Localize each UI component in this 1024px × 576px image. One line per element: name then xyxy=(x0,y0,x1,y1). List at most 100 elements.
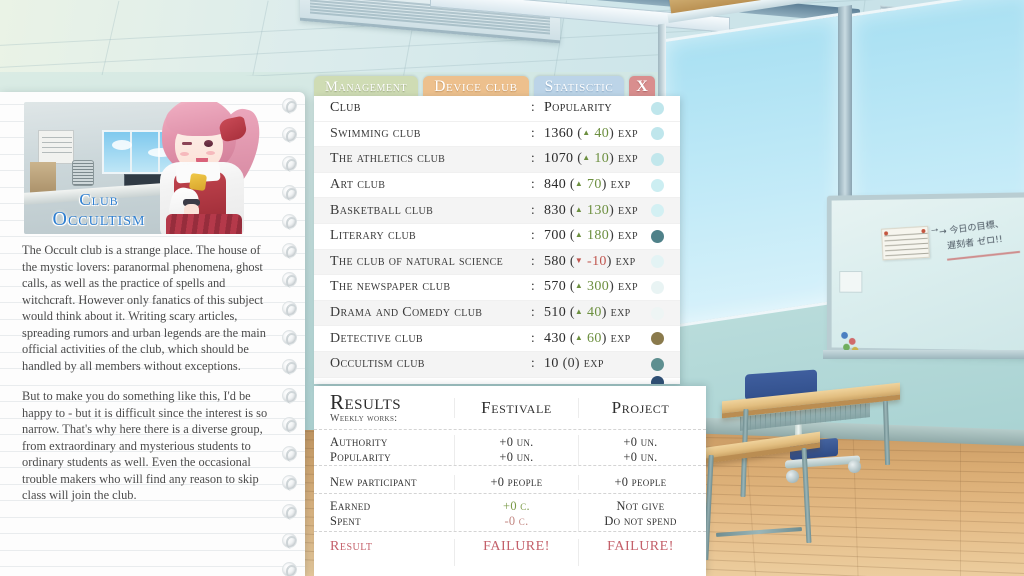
club-status-cell xyxy=(644,280,670,294)
results-row-label: New participant xyxy=(314,475,454,490)
results-cell-festivale: +0 people xyxy=(454,475,578,490)
results-cell-text: FAILURE! xyxy=(483,539,550,554)
table-row[interactable]: Swimming club:1360 (▲ 40) exp xyxy=(314,122,680,148)
club-popularity-value: 700 (▲ 180) exp xyxy=(544,228,638,244)
club-status-cell xyxy=(644,332,670,346)
results-cell-text: +0 people xyxy=(614,475,667,489)
club-name: Swimming club xyxy=(330,125,421,141)
club-popularity-value: 1360 (▲ 40) exp xyxy=(544,125,638,141)
results-cell-text: +0 un. xyxy=(623,450,658,464)
table-row[interactable]: The club of natural science:580 (▼ -10) … xyxy=(314,249,680,276)
club-colon: : xyxy=(530,228,536,244)
results-cell-text: New participant xyxy=(330,475,417,489)
club-colon: : xyxy=(530,151,536,167)
whiteboard-tray xyxy=(822,349,1024,360)
results-cell-text: -0 c. xyxy=(504,514,529,528)
results-cell-text: +0 un. xyxy=(499,435,534,449)
results-cell-project: Not give Do not spend xyxy=(578,499,702,531)
results-body: Authority Popularity +0 un. +0 un. +0 un. +0 … xyxy=(314,430,706,566)
club-status-cell xyxy=(644,357,670,371)
character-blush xyxy=(180,152,189,156)
table-row[interactable]: The newspaper club:570 (▲ 300) exp xyxy=(314,275,680,301)
club-popularity-value: 10 (0) exp xyxy=(544,356,604,372)
club-status-cell xyxy=(644,375,670,384)
results-row: Authority Popularity +0 un. +0 un. +0 un. +0 … xyxy=(314,430,706,466)
club-banner-image: Club Occultism xyxy=(24,102,272,234)
status-dot-icon xyxy=(650,255,664,269)
results-header-row: Results Weekly works: Festivale Project xyxy=(314,386,706,430)
status-dot-icon xyxy=(650,127,664,141)
club-table-rows: Swimming club:1360 (▲ 40) exp The athleti… xyxy=(314,122,680,384)
results-cell-text: +0 c. xyxy=(503,499,530,513)
club-popularity-panel: Club : Popularity Swimming club:1360 (▲ … xyxy=(314,96,680,384)
club-status-cell xyxy=(644,255,670,269)
character-skirt xyxy=(166,214,242,234)
results-cell-text: +0 people xyxy=(490,475,543,489)
club-header-value: Popularity xyxy=(544,100,612,116)
status-dot-icon xyxy=(650,332,664,346)
club-header-colon: : xyxy=(530,100,536,116)
notebook-ring xyxy=(282,301,297,317)
notebook-ring xyxy=(282,533,297,549)
club-popularity-value: 570 (▲ 300) exp xyxy=(544,279,638,295)
results-cell-festivale: +0 un. +0 un. xyxy=(454,435,578,465)
club-popularity-value: 830 (▲ 130) exp xyxy=(544,202,638,218)
results-cell-text: Spent xyxy=(330,514,361,528)
tab-device-club[interactable]: Device club xyxy=(423,76,529,98)
club-status-cell xyxy=(644,152,670,166)
results-table: Results Weekly works: Festivale Project … xyxy=(314,386,706,576)
club-name: Basketball club xyxy=(330,202,434,218)
table-row-trailing xyxy=(314,375,680,384)
character-eye-closed xyxy=(182,142,192,145)
notebook-ring xyxy=(282,214,297,230)
club-colon: : xyxy=(530,330,536,346)
results-title: Results xyxy=(330,389,402,414)
results-column-festivale: Festivale xyxy=(454,397,578,418)
club-banner-title-line2: Occultism xyxy=(52,208,146,230)
notebook-ring xyxy=(282,446,297,462)
club-header-name: Club xyxy=(330,100,361,116)
table-row[interactable]: Basketball club:830 (▲ 130) exp xyxy=(314,198,680,224)
whiteboard-schedule-paper xyxy=(880,225,930,261)
results-cell-text: Popularity xyxy=(330,450,391,464)
status-dot-icon xyxy=(650,178,664,192)
table-row[interactable]: The athletics club:1070 (▲ 10) exp xyxy=(314,147,680,173)
status-dot-icon xyxy=(650,375,664,384)
table-row[interactable]: Literary club:700 (▲ 180) exp xyxy=(314,224,680,250)
club-name: Detective club xyxy=(330,330,423,346)
whiteboard: → → 今日の目標、 遅刻者 ゼロ!! xyxy=(826,192,1024,356)
results-cell-project: +0 un. +0 un. xyxy=(578,435,702,465)
results-row: Earned Spent +0 c. -0 c. Not give Do not spen… xyxy=(314,494,706,532)
results-cell-festivale: FAILURE! xyxy=(454,539,578,566)
status-dot-icon xyxy=(650,101,664,115)
results-cell-text: Earned xyxy=(330,499,371,513)
club-banner-title-line1: Club xyxy=(79,190,119,209)
results-column-project-label: Project xyxy=(611,397,670,417)
results-cell-text: Not give xyxy=(616,499,665,513)
club-name: Art club xyxy=(330,177,386,193)
results-panel: Results Weekly works: Festivale Project … xyxy=(314,386,706,576)
table-row[interactable]: Drama and Comedy club:510 (▲ 40) exp xyxy=(314,300,680,327)
tab-management[interactable]: Management xyxy=(314,76,419,98)
club-colon: : xyxy=(530,356,536,372)
notebook-ring xyxy=(282,243,297,259)
close-button[interactable]: X xyxy=(629,76,656,98)
notebook-ring xyxy=(282,156,297,172)
club-description-paragraph-2: But to make you do something like this, … xyxy=(22,389,268,502)
notebook-ring xyxy=(282,127,297,143)
club-status-cell xyxy=(644,204,670,218)
results-column-festivale-label: Festivale xyxy=(481,397,552,417)
table-row[interactable]: Occultism club:10 (0) exp xyxy=(314,351,680,378)
results-cell-text: Do not spend xyxy=(604,514,677,528)
results-title-cell: Results Weekly works: xyxy=(314,389,454,424)
table-row[interactable]: Art club:840 (▲ 70) exp xyxy=(314,173,680,199)
results-cell-text: Result xyxy=(330,539,373,554)
results-row-label: Authority Popularity xyxy=(314,435,454,465)
banner-poster xyxy=(38,130,74,164)
club-status-cell xyxy=(644,306,670,320)
table-row[interactable]: Detective club:430 (▲ 60) exp xyxy=(314,326,680,352)
window-left xyxy=(662,12,842,330)
tab-statisctic[interactable]: Statisctic xyxy=(533,76,625,98)
club-colon: : xyxy=(530,305,536,321)
results-row-label: Result xyxy=(314,539,454,566)
